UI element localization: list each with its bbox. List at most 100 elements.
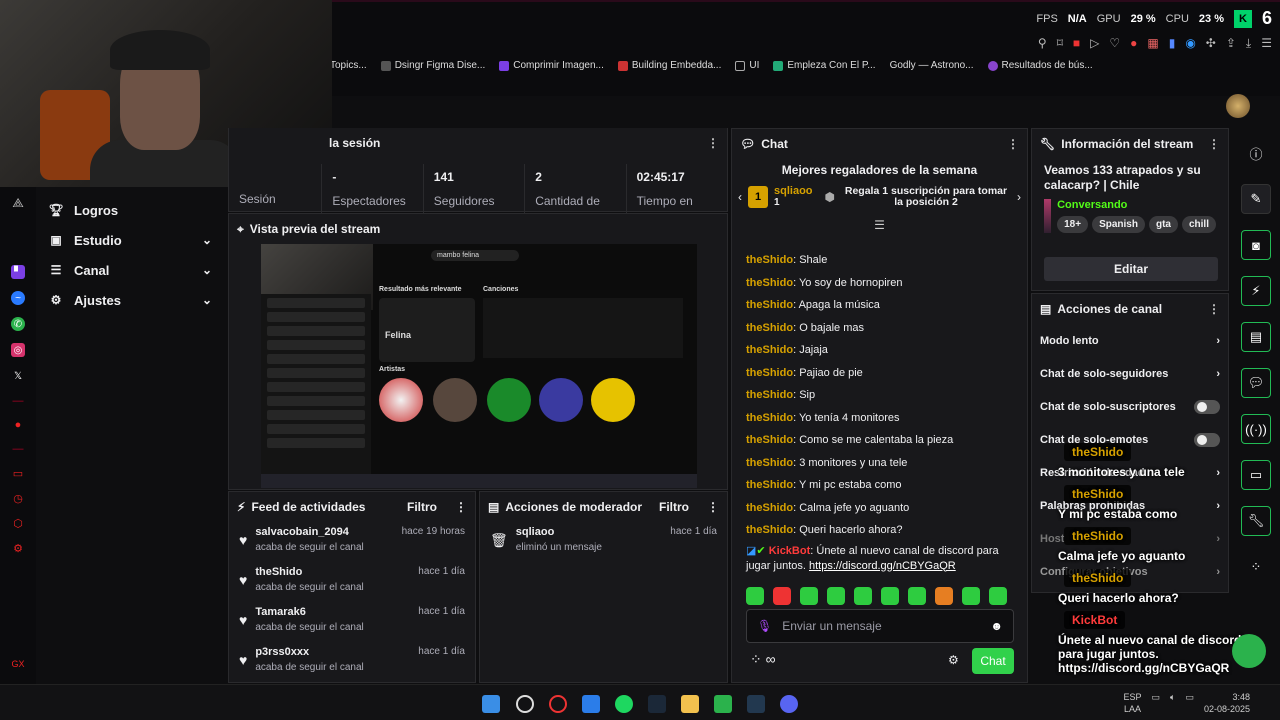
network-icon[interactable]: ▭ xyxy=(1152,691,1161,703)
feed-filter-button[interactable]: Filtro xyxy=(407,500,437,514)
subscribers-only-toggle[interactable] xyxy=(1194,399,1220,414)
bookmark-item[interactable]: Godly — Astrono... xyxy=(890,60,974,71)
bookmark-item[interactable]: Resultados de bús... xyxy=(987,60,1093,71)
more-options-icon[interactable]: ⋮ xyxy=(707,136,719,150)
volume-icon[interactable]: 🔈︎ xyxy=(1170,691,1175,703)
window-icon[interactable]: ▭ xyxy=(13,467,23,480)
chevron-right-icon[interactable]: › xyxy=(1017,190,1021,204)
twitch-icon[interactable]: ▘ xyxy=(11,265,25,279)
lang-top[interactable]: ESP xyxy=(1124,691,1142,703)
bookmark-item[interactable]: Topics... xyxy=(330,60,367,71)
lightning-icon[interactable]: ⚡︎ xyxy=(1241,276,1271,306)
steam-icon[interactable] xyxy=(747,695,765,713)
sidebar-item-estudio[interactable]: ▣ Estudio ⌄ xyxy=(36,225,226,255)
emote-icon[interactable] xyxy=(908,587,926,605)
emote-icon[interactable] xyxy=(746,587,764,605)
more-options-icon[interactable]: ⋮ xyxy=(1208,302,1220,316)
user-avatar[interactable] xyxy=(1226,94,1250,118)
filter-lines-icon[interactable]: ☰ xyxy=(732,218,1027,232)
notes-icon[interactable]: ▤ xyxy=(1241,322,1271,352)
emote-icon[interactable] xyxy=(881,587,899,605)
settings-icon[interactable]: ⚙ xyxy=(13,542,23,555)
opera-gx-icon[interactable] xyxy=(549,695,567,713)
bookmark-item[interactable]: UI xyxy=(735,60,759,71)
more-options-icon[interactable]: ⋮ xyxy=(1208,137,1220,151)
gift-icon[interactable]: ▦ xyxy=(1147,36,1158,51)
bookmark-icon[interactable]: ⌑ xyxy=(1057,36,1063,51)
send-chat-button[interactable]: Chat xyxy=(972,648,1014,674)
chat-input[interactable]: 🎙︎ Enviar un mensaje ☻ xyxy=(746,609,1014,643)
chevron-left-icon[interactable]: ‹ xyxy=(738,190,742,204)
action-followers-only[interactable]: Chat de solo-seguidores › xyxy=(1032,357,1228,390)
category-thumbnail[interactable] xyxy=(1044,199,1052,233)
download-icon[interactable]: ⤓ xyxy=(1246,36,1251,51)
emote-icon[interactable] xyxy=(989,587,1007,605)
discord-link[interactable]: https://discord.gg/nCBYGaQR xyxy=(809,560,956,572)
pin-icon[interactable]: ⚲ xyxy=(1038,36,1047,51)
gift-cta[interactable]: Regala 1 suscripción para tomar la posic… xyxy=(841,185,1011,208)
menu-icon[interactable]: ☰ xyxy=(1261,36,1272,51)
puzzle-icon[interactable]: ✣ xyxy=(1206,36,1216,51)
spotify-icon[interactable] xyxy=(615,695,633,713)
app-icon[interactable] xyxy=(714,695,732,713)
search-icon[interactable] xyxy=(516,695,534,713)
tag[interactable]: 18+ xyxy=(1057,216,1089,233)
mod-filter-button[interactable]: Filtro xyxy=(659,500,689,514)
tag[interactable]: Spanish xyxy=(1092,216,1145,233)
emoji-icon[interactable]: ☻ xyxy=(990,619,1003,633)
heart-icon[interactable]: ♡ xyxy=(1109,36,1120,51)
gx-icon[interactable]: GX xyxy=(11,659,24,669)
steam-icon[interactable] xyxy=(648,695,666,713)
vscode-icon[interactable] xyxy=(582,695,600,713)
shield-icon[interactable]: ■ xyxy=(1073,36,1080,51)
kick-icon[interactable]: ⟁ xyxy=(12,195,24,211)
share-icon[interactable]: ⇪ xyxy=(1226,36,1236,51)
doc-icon[interactable]: ▮ xyxy=(1169,36,1176,51)
battery-icon[interactable]: ▭ xyxy=(1185,691,1194,703)
instagram-icon[interactable]: ◎ xyxy=(11,343,25,357)
settings-icon[interactable]: ⚙ xyxy=(948,653,959,667)
emote-icon[interactable] xyxy=(854,587,872,605)
stream-preview-video[interactable]: mambo felina Resultado más relevante Fel… xyxy=(261,244,697,488)
edit-button[interactable]: Editar xyxy=(1044,257,1218,281)
more-options-icon[interactable]: ⋮ xyxy=(455,500,467,514)
sidebar-item-canal[interactable]: ☰ Canal ⌄ xyxy=(36,255,226,285)
camera-icon[interactable]: ◙ xyxy=(1241,230,1271,260)
discord-icon[interactable] xyxy=(780,695,798,713)
bookmark-item[interactable]: Dsingr Figma Dise... xyxy=(380,60,485,71)
fire-icon[interactable]: ● xyxy=(1130,36,1137,51)
emote-icon[interactable] xyxy=(935,587,953,605)
more-options-icon[interactable]: ⋮ xyxy=(707,500,719,514)
info-icon[interactable]: ⓘ xyxy=(1241,138,1271,168)
sidebar-item-ajustes[interactable]: ⚙ Ajustes ⌄ xyxy=(36,285,226,315)
whatsapp-icon[interactable]: ✆ xyxy=(11,317,25,331)
chat-icon[interactable]: 💬︎ xyxy=(1241,368,1271,398)
crosshair-icon: ⌖ xyxy=(237,221,244,236)
gifter-name[interactable]: sqliaoo xyxy=(774,185,813,197)
emote-icon[interactable] xyxy=(800,587,818,605)
emote-icon[interactable] xyxy=(962,587,980,605)
bookmark-item[interactable]: Building Embedda... xyxy=(617,60,721,71)
messenger-icon[interactable]: ~ xyxy=(11,291,25,305)
tag[interactable]: chill xyxy=(1181,216,1216,233)
emote-icon[interactable] xyxy=(827,587,845,605)
music-icon[interactable]: ● xyxy=(15,419,22,431)
clock-icon[interactable]: ◷ xyxy=(13,492,23,505)
folder-icon[interactable] xyxy=(681,695,699,713)
bookmark-item[interactable]: Comprimir Imagen... xyxy=(499,60,604,71)
pencil-icon[interactable]: ✎ xyxy=(1241,184,1271,214)
bookmark-item[interactable]: Empleza Con El P... xyxy=(773,60,876,71)
microphone-icon[interactable]: 🎙︎ xyxy=(757,619,772,633)
sidebar-item-logros[interactable]: 🏆︎ Logros xyxy=(36,195,226,225)
emote-icon[interactable] xyxy=(773,587,791,605)
action-slow-mode[interactable]: Modo lento › xyxy=(1032,324,1228,357)
play-icon[interactable]: ▷ xyxy=(1090,36,1099,51)
x-icon[interactable]: 𝕏 xyxy=(11,369,25,383)
more-options-icon[interactable]: ⋮ xyxy=(1007,137,1019,151)
chat-tools-icon[interactable]: ⁘ ∞ xyxy=(750,651,776,668)
category-name[interactable]: Conversando xyxy=(1057,199,1216,211)
cube-icon[interactable]: ⬡ xyxy=(13,517,23,530)
start-icon[interactable] xyxy=(482,695,500,713)
globe-icon[interactable]: ◉ xyxy=(1185,36,1195,51)
tag[interactable]: gta xyxy=(1148,216,1178,233)
